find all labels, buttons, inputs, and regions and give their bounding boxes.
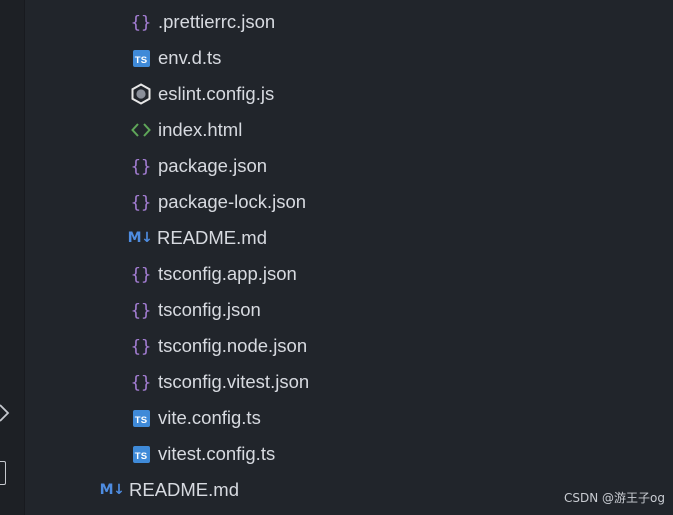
file-item-prettierrc[interactable]: {} .prettierrc.json — [130, 4, 275, 40]
file-item-env-d-ts[interactable]: TS env.d.ts — [130, 40, 221, 76]
typescript-icon: TS — [130, 407, 152, 429]
file-name: vite.config.ts — [158, 407, 261, 428]
md-badge: M↓ — [127, 230, 153, 246]
file-item-package-lock-json[interactable]: {} package-lock.json — [130, 184, 306, 220]
file-item-readme-nested[interactable]: M↓ README.md — [127, 220, 267, 256]
file-item-vitest-config-ts[interactable]: TS vitest.config.ts — [130, 436, 275, 472]
typescript-icon: TS — [130, 47, 152, 69]
activity-bar — [0, 0, 25, 515]
file-name: tsconfig.json — [158, 299, 261, 320]
html-icon — [130, 119, 152, 141]
json-braces-icon: {} — [130, 11, 152, 33]
svg-text:{}: {} — [131, 337, 151, 357]
file-item-tsconfig-app-json[interactable]: {} tsconfig.app.json — [130, 256, 297, 292]
ts-badge: TS — [132, 409, 150, 427]
file-explorer-tree: {} .prettierrc.json TS env.d.ts eslint.c… — [25, 0, 673, 515]
file-name: vitest.config.ts — [158, 443, 276, 464]
file-item-eslint-config[interactable]: eslint.config.js — [130, 76, 274, 112]
file-name: eslint.config.js — [158, 83, 275, 104]
ts-badge: TS — [132, 445, 150, 463]
json-braces-icon: {} — [130, 335, 152, 357]
file-name: index.html — [158, 119, 243, 140]
md-badge: M↓ — [99, 482, 125, 498]
panel-icon[interactable] — [0, 461, 6, 485]
markdown-icon: M↓ — [127, 227, 153, 249]
svg-text:{}: {} — [131, 13, 151, 33]
json-braces-icon: {} — [130, 155, 152, 177]
eslint-icon — [130, 83, 152, 105]
svg-text:{}: {} — [131, 373, 151, 393]
file-name: tsconfig.node.json — [158, 335, 308, 356]
json-braces-icon: {} — [130, 371, 152, 393]
file-item-tsconfig-json[interactable]: {} tsconfig.json — [130, 292, 261, 328]
file-item-readme-root[interactable]: M↓ README.md — [99, 472, 239, 508]
svg-text:{}: {} — [131, 157, 151, 177]
file-item-tsconfig-vitest-json[interactable]: {} tsconfig.vitest.json — [130, 364, 309, 400]
json-braces-icon: {} — [130, 263, 152, 285]
svg-text:{}: {} — [131, 301, 151, 321]
typescript-icon: TS — [130, 443, 152, 465]
file-name: env.d.ts — [158, 47, 222, 68]
svg-text:{}: {} — [131, 193, 151, 213]
file-name: README.md — [157, 227, 267, 248]
file-name: package.json — [158, 155, 268, 176]
file-item-vite-config-ts[interactable]: TS vite.config.ts — [130, 400, 261, 436]
watermark-text: CSDN @游王子og — [564, 491, 665, 505]
json-braces-icon: {} — [130, 299, 152, 321]
file-name: README.md — [129, 479, 239, 500]
file-item-package-json[interactable]: {} package.json — [130, 148, 267, 184]
file-item-tsconfig-node-json[interactable]: {} tsconfig.node.json — [130, 328, 307, 364]
file-name: tsconfig.app.json — [158, 263, 297, 284]
file-item-index-html[interactable]: index.html — [130, 112, 242, 148]
json-braces-icon: {} — [130, 191, 152, 213]
file-name: .prettierrc.json — [158, 11, 276, 32]
file-name: package-lock.json — [158, 191, 307, 212]
chevron-right-icon[interactable] — [0, 402, 14, 424]
file-name: tsconfig.vitest.json — [158, 371, 310, 392]
svg-text:{}: {} — [131, 265, 151, 285]
ts-badge: TS — [132, 49, 150, 67]
markdown-icon: M↓ — [99, 479, 125, 501]
